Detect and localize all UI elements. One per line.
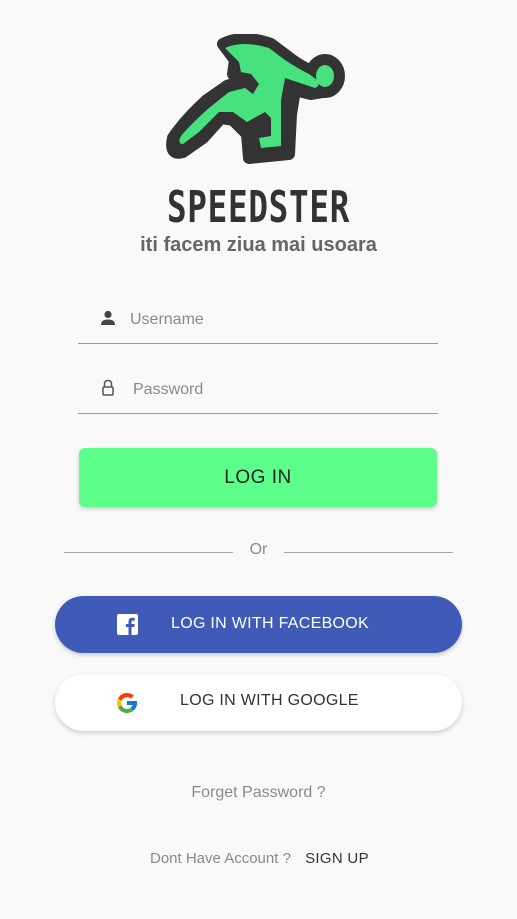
divider-line-left [64, 552, 233, 553]
forgot-password-link[interactable]: Forget Password ? [0, 784, 517, 802]
lock-icon [102, 379, 114, 396]
facebook-login-button[interactable]: LOG IN WITH FACEBOOK [55, 596, 462, 653]
running-man-icon [166, 34, 345, 164]
app-tagline: iti facem ziua mai usoara [140, 234, 377, 256]
person-icon [101, 310, 115, 325]
login-button[interactable]: LOG IN [79, 448, 437, 507]
username-field[interactable] [78, 309, 438, 344]
facebook-icon [117, 614, 138, 635]
username-input[interactable] [130, 309, 430, 331]
signup-row: Dont Have Account ? SIGN UP [150, 850, 369, 867]
no-account-label: Dont Have Account ? [150, 850, 291, 867]
password-input[interactable] [133, 379, 433, 401]
google-login-label: LOG IN WITH GOOGLE [180, 692, 359, 709]
password-field[interactable] [78, 379, 438, 414]
app-name: SPEEDSTER [166, 182, 351, 233]
google-icon [117, 693, 137, 713]
facebook-login-label: LOG IN WITH FACEBOOK [171, 615, 370, 632]
divider-line-right [284, 552, 453, 553]
or-divider-label: Or [249, 541, 268, 558]
signup-link[interactable]: SIGN UP [305, 850, 369, 867]
google-login-button[interactable]: LOG IN WITH GOOGLE [55, 674, 462, 731]
